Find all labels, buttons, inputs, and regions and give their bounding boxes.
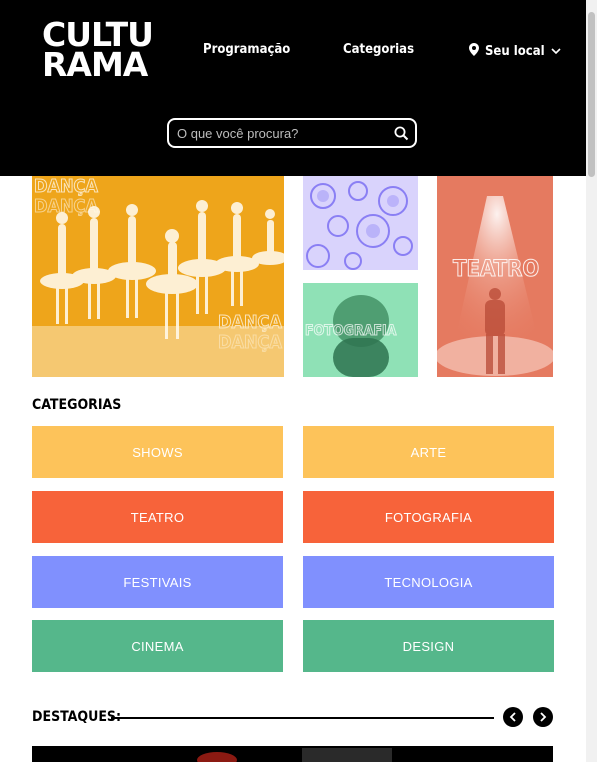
gallery-danca[interactable]: DANÇA DANÇA DANÇA DANÇA [32, 176, 284, 377]
gallery-fotografia[interactable]: FOTOGRAFIA [303, 283, 418, 377]
teatro-text: TEATRO [453, 257, 539, 282]
category-label: CINEMA [131, 638, 184, 654]
nav-categorias[interactable]: Categorias [343, 42, 414, 57]
location-pin-icon [469, 43, 479, 60]
category-label: SHOWS [132, 444, 183, 460]
category-label: DESIGN [402, 638, 455, 654]
culturama-logo[interactable]: CULTU RAMA [42, 18, 154, 84]
category-label: TECNOLOGIA [384, 574, 473, 590]
logo-line-2: RAMA [42, 45, 148, 84]
gallery-teatro[interactable]: TEATRO [437, 176, 553, 377]
category-cinema-button[interactable]: CINEMA [32, 620, 283, 672]
category-label: FESTIVAIS [123, 574, 192, 590]
category-teatro-button[interactable]: TEATRO [32, 491, 283, 543]
site-header: CULTU RAMA Programação Categorias Seu lo… [0, 0, 586, 176]
category-tecnologia-button[interactable]: TECNOLOGIA [303, 556, 554, 608]
danca-text-1: DANÇA [34, 176, 98, 197]
chevron-right-icon [539, 712, 547, 722]
category-fotografia-button[interactable]: FOTOGRAFIA [303, 491, 554, 543]
search-icon[interactable] [394, 126, 409, 141]
destaques-divider [111, 717, 494, 719]
scrollbar-thumb[interactable] [588, 12, 595, 177]
nav-seu-local[interactable]: Seu local [469, 43, 561, 60]
category-design-button[interactable]: DESIGN [303, 620, 554, 672]
category-label: FOTOGRAFIA [384, 509, 473, 525]
carousel-prev-button[interactable] [503, 707, 523, 727]
chevron-down-icon [551, 44, 561, 59]
category-label: ARTE [410, 444, 447, 460]
category-shows-button[interactable]: SHOWS [32, 426, 283, 478]
category-label: TEATRO [130, 509, 185, 525]
category-festivais-button[interactable]: FESTIVAIS [32, 556, 283, 608]
gallery-arte[interactable] [303, 176, 418, 270]
featured-card-image[interactable] [32, 746, 553, 762]
search-bar [167, 118, 417, 148]
fotografia-text: FOTOGRAFIA [305, 323, 397, 339]
carousel-next-button[interactable] [533, 707, 553, 727]
category-arte-button[interactable]: ARTE [303, 426, 554, 478]
page-scrollbar[interactable] [586, 0, 597, 762]
nav-programacao[interactable]: Programação [203, 42, 290, 57]
search-input[interactable] [175, 124, 389, 142]
nav-seu-local-label: Seu local [485, 44, 545, 59]
chevron-left-icon [509, 712, 517, 722]
destaques-title: DESTAQUES: [32, 709, 122, 725]
categorias-title: CATEGORIAS [32, 397, 122, 413]
